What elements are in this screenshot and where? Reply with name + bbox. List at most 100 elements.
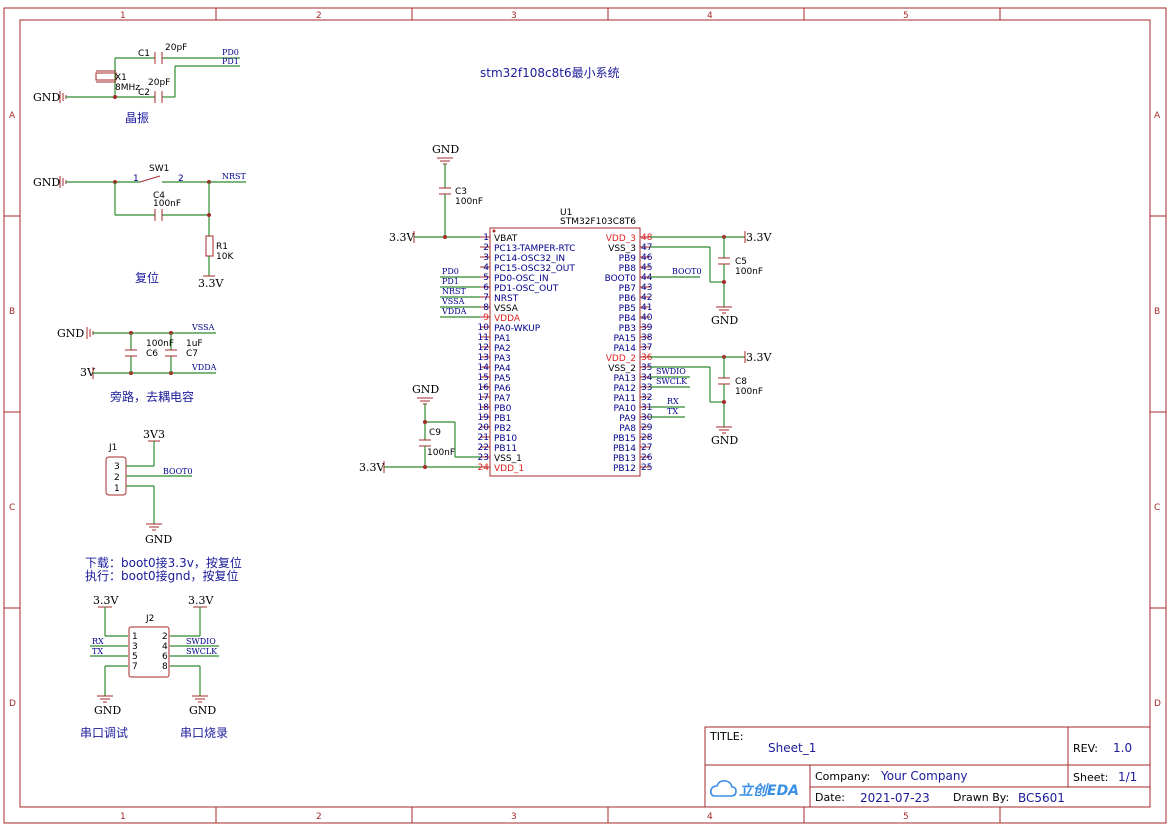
company-label: Company: (815, 770, 870, 783)
j2-pin6: 6 (162, 652, 168, 662)
net-pd1: PD1 (222, 57, 239, 66)
pin-name: VDD_2 (606, 354, 636, 364)
pin-name: PA4 (494, 364, 511, 374)
crystal-gnd-label: GND (33, 91, 60, 104)
pin-name: PB14 (613, 444, 636, 454)
vcc-right-top: 3.3V (746, 231, 772, 244)
pin-name: PA3 (494, 354, 511, 364)
pin-name: PA10 (614, 404, 637, 414)
pin-number: 26 (641, 453, 653, 463)
pin-number: 45 (641, 263, 652, 273)
c1-value: 20pF (165, 43, 187, 53)
capacitor-c2 (154, 91, 163, 103)
mcu-pin-24: 24 VDD_1 (478, 463, 525, 474)
c6-ref: C6 (146, 349, 158, 359)
vcc-left-top: 3.3V (389, 231, 415, 244)
pin-name: PB9 (619, 254, 637, 264)
gnd-symbol (146, 523, 162, 531)
uart-flash-caption: 串口烧录 (180, 726, 228, 740)
pin-number: 35 (641, 363, 652, 373)
row-label-d: D (9, 699, 16, 709)
reset-section: GND SW1 1 2 NRST C4 100nF R1 10K 3.3V 复位 (33, 164, 247, 290)
pin-number: 47 (641, 243, 652, 253)
c9-ref: C9 (429, 428, 441, 438)
j2-gnd-left: GND (94, 704, 121, 717)
sw1-pin1: 1 (133, 174, 139, 184)
pin-name: PA8 (619, 424, 636, 434)
pin-name: PA11 (614, 394, 636, 404)
pin-name: PB10 (494, 434, 517, 444)
pin-number: 19 (478, 413, 490, 423)
reset-caption: 复位 (135, 270, 159, 285)
pin-name: VDDA (494, 314, 521, 324)
net-boot0-mcu: BOOT0 (672, 267, 702, 276)
gnd-symbol (192, 695, 208, 703)
pin-number: 5 (483, 273, 489, 283)
pin-number: 6 (483, 283, 489, 293)
capacitor-c6 (125, 349, 137, 357)
pin-name: VDD_1 (494, 464, 524, 474)
pin-name: PD1-OSC_OUT (494, 284, 559, 294)
bypass-caption: 旁路，去耦电容 (110, 389, 194, 404)
pin-number: 15 (478, 373, 489, 383)
j2-gnd-right: GND (189, 704, 216, 717)
j1-pin3: 3 (114, 462, 120, 472)
schematic-canvas: 1 2 3 4 5 1 2 3 4 5 A B C D A B C D stm3… (3, 7, 1167, 824)
pin-number: 30 (641, 413, 653, 423)
r1-ref: R1 (216, 242, 228, 252)
logo-text: 立创EDA (739, 782, 799, 799)
row-label-b: B (9, 307, 15, 317)
gnd-symbol (437, 157, 453, 165)
mcu-right-pins: 48 VDD_3 47 VSS_3 46 PB9 45 PB8 44 BOOT0 43 PB7 42 PB… (605, 233, 653, 474)
crystal-caption: 晶振 (125, 111, 149, 125)
pin-name: PB0 (494, 404, 512, 414)
pin-number: 11 (478, 333, 489, 343)
pin-name: PA12 (614, 384, 636, 394)
net-tx-j2: TX (92, 647, 103, 656)
pin-name: PA1 (494, 334, 511, 344)
j1-vcc-label: 3V3 (143, 428, 165, 441)
pin-number: 36 (641, 353, 653, 363)
pin-name: PC13-TAMPER-RTC (494, 244, 575, 254)
bypass-section: GND 3V 100nF C6 1uF C7 VSSA VDDA 旁路，去耦电容 (57, 323, 217, 404)
vcc-left-bottom: 3.3V (359, 461, 385, 474)
pin-name: VDD_3 (606, 234, 636, 244)
drawing-frame: 1 2 3 4 5 1 2 3 4 5 A B C D A B C D (3, 7, 1167, 824)
row-label-b-right: B (1154, 307, 1160, 317)
net-pd0: PD0 (222, 48, 239, 57)
pin-number: 33 (641, 383, 652, 393)
mcu-pin-2: 2 PC13-TAMPER-RTC (480, 243, 575, 254)
company-value: Your Company (880, 769, 968, 783)
pin-name: PB12 (613, 464, 636, 474)
capacitor-c4 (154, 209, 163, 221)
pin-name: PB1 (494, 414, 511, 424)
pin-number: 25 (641, 463, 652, 473)
c5-value: 100nF (735, 267, 763, 277)
c2-value: 20pF (148, 78, 170, 88)
c3-gnd-label: GND (432, 143, 459, 156)
c8-value: 100nF (735, 387, 763, 397)
drawn-by-label: Drawn By: (953, 791, 1009, 804)
pin-number: 43 (641, 283, 652, 293)
net-vssa-mcu: VSSA (441, 297, 465, 306)
net-pd1-mcu: PD1 (442, 277, 459, 286)
j2-pin3: 3 (132, 642, 138, 652)
r1-value: 10K (216, 252, 234, 262)
pin-number: 23 (478, 453, 489, 463)
gnd-symbol (97, 695, 113, 703)
net-nrst: NRST (222, 172, 247, 181)
title-block: TITLE: Sheet_1 REV: 1.0 Company: Your Co… (704, 726, 1151, 808)
net-swclk-mcu: SWCLK (656, 377, 688, 386)
pin-name: PC15-OSC32_OUT (494, 264, 575, 274)
sw1-pin2: 2 (178, 174, 184, 184)
c9-gnd-label: GND (412, 383, 439, 396)
pin-name: PA2 (494, 344, 511, 354)
col-label-1-bottom: 1 (120, 812, 126, 822)
bypass-gnd-label: GND (57, 327, 84, 340)
j2-pin7: 7 (132, 662, 138, 672)
j2-pin4: 4 (162, 642, 168, 652)
pin-number: 27 (641, 443, 652, 453)
pin-number: 48 (641, 233, 653, 243)
sheet-value: 1/1 (1118, 770, 1137, 784)
mcu-pin-4: 4 PC15-OSC32_OUT (480, 263, 575, 274)
